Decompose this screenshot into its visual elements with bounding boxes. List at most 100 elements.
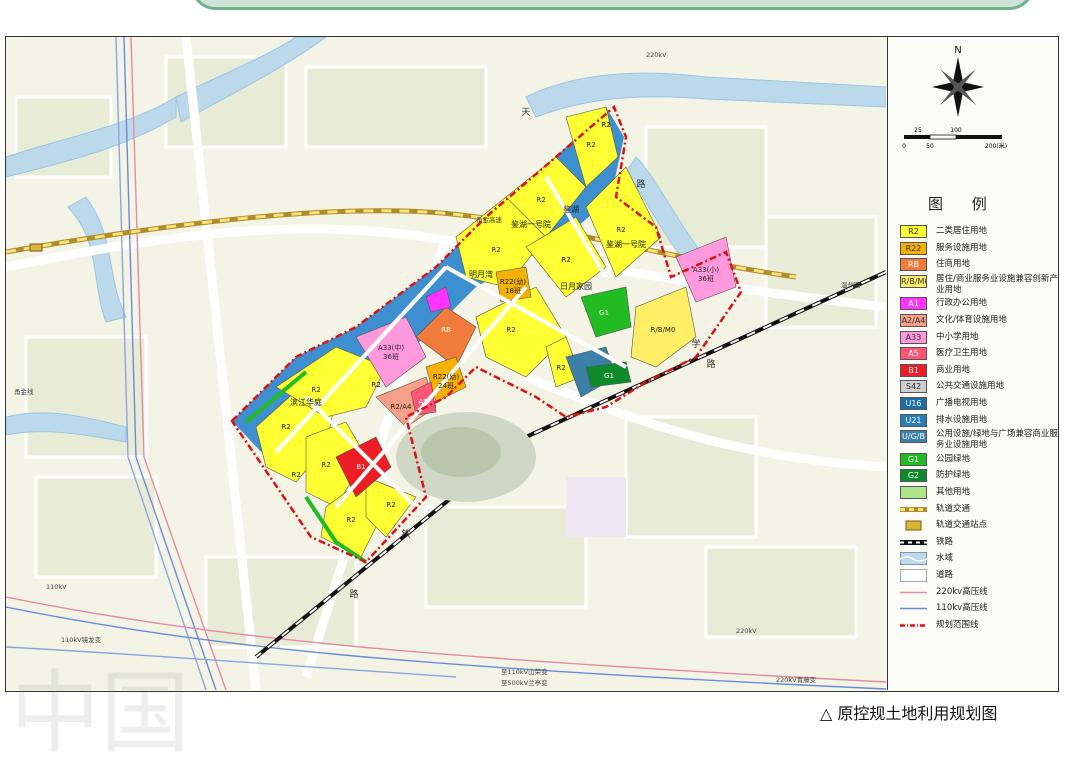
legend-item: R2 二类居住用地 bbox=[900, 225, 1058, 239]
map-caption: △ 原控规土地利用规划图 bbox=[820, 700, 997, 724]
legend-swatch: A33 bbox=[900, 330, 927, 344]
legend-swatch: S42 bbox=[900, 380, 927, 394]
legend-swatch: U21 bbox=[900, 413, 927, 427]
parcel-label: R/B/M0 bbox=[651, 326, 676, 334]
scale-tick: 100 bbox=[950, 127, 962, 134]
parcel-label: R2/A4 bbox=[391, 403, 412, 411]
legend-item: RB 住商用地 bbox=[900, 258, 1058, 272]
parcel-label: R2 bbox=[616, 226, 625, 234]
legend-label: 其他用地 bbox=[936, 487, 971, 497]
legend-item: 铁路 bbox=[900, 536, 1058, 550]
road-label: 学 bbox=[691, 338, 700, 350]
legend-swatch: A1 bbox=[900, 297, 927, 311]
place-label: 鉴湖 bbox=[563, 204, 579, 214]
map-frame: R2 R2 R2 R2 R2 R2 R2 R2 R2 R2 R2 R2 R2 R… bbox=[5, 36, 1059, 692]
legend-swatch: RB bbox=[900, 258, 927, 272]
legend-item: U/G/B 公用设施/绿地与广场兼容商业服务业设施用地 bbox=[900, 429, 1058, 450]
legend-label: 轨道交通站点 bbox=[936, 520, 988, 531]
legend-swatch: R2 bbox=[900, 225, 927, 238]
legend-label: 文化/体育设施用地 bbox=[936, 315, 1007, 325]
legend-swatch bbox=[900, 486, 927, 499]
legend-swatch: B1 bbox=[900, 363, 927, 377]
parcel-label: R2 bbox=[386, 501, 395, 509]
legend-label: 二类居住用地 bbox=[936, 226, 988, 236]
top-banner bbox=[190, 0, 1035, 10]
parcel-label: R2 bbox=[281, 423, 290, 431]
legend-label: 商业用地 bbox=[936, 364, 971, 375]
legend-label: 道路 bbox=[936, 570, 954, 580]
legend-item: A1 行政办公用地 bbox=[900, 297, 1058, 311]
road-label: 天 bbox=[521, 108, 530, 118]
road-label: 路 bbox=[636, 178, 645, 190]
legend-swatch bbox=[900, 552, 927, 566]
scale-tick: 200(米) bbox=[985, 142, 1007, 150]
legend-item: A33 中小学用地 bbox=[900, 330, 1058, 345]
legend-label: 轨道交通 bbox=[936, 503, 971, 514]
parcel-label: RB bbox=[441, 326, 451, 334]
legend-label: 服务设施用地 bbox=[936, 242, 988, 253]
other-label: 甬金高速 bbox=[476, 215, 503, 224]
parcel-label: R2 bbox=[556, 364, 565, 372]
parcel-label: R2 bbox=[371, 381, 380, 389]
parcel-label: 36班 bbox=[383, 352, 399, 361]
legend-item: 道路 bbox=[900, 569, 1058, 583]
parcel-label: R2 bbox=[536, 196, 545, 204]
legend-item: A2/A4 文化/体育设施用地 bbox=[900, 314, 1058, 328]
legend-label: 规划范围线 bbox=[936, 619, 979, 630]
legend-label: 排水设施用地 bbox=[936, 414, 988, 425]
legend-label: 公园绿地 bbox=[936, 453, 971, 464]
rail-station-icon bbox=[29, 243, 43, 252]
legend-label: 住商用地 bbox=[936, 259, 971, 270]
parcel-label: R2 bbox=[311, 386, 320, 394]
other-label: 甬金线 bbox=[14, 387, 34, 396]
parcel-label: R2 bbox=[321, 461, 330, 469]
legend-item: A5 医疗卫生用地 bbox=[900, 347, 1058, 361]
scale-bar: 25 100 0 50 200(米) bbox=[902, 127, 1007, 150]
place-label: 滨江华庭 bbox=[290, 397, 322, 407]
legend-item: U21 排水设施用地 bbox=[900, 413, 1058, 428]
legend-label: 中小学用地 bbox=[936, 331, 979, 342]
legend-item: R/B/M0 居住/商业服务业设施兼容创新产业用地 bbox=[900, 274, 1058, 295]
legend-item: 轨道交通 bbox=[900, 503, 1058, 517]
north-arrow-icon: N bbox=[932, 45, 984, 117]
parcel-label: 18班 bbox=[505, 286, 521, 295]
place-label: 日月家园 bbox=[560, 281, 592, 291]
parcel-label: R2 bbox=[561, 256, 570, 264]
other-label: 至500kV兰亭变 bbox=[501, 678, 548, 687]
land-use-map[interactable]: R2 R2 R2 R2 R2 R2 R2 R2 R2 R2 R2 R2 R2 R… bbox=[6, 37, 886, 690]
legend-item: 轨道交通站点 bbox=[900, 519, 1058, 533]
legend-label: 居住/商业服务业设施兼容创新产业用地 bbox=[936, 273, 1058, 295]
legend-label: 铁路 bbox=[936, 536, 954, 547]
legend-swatch: U/G/B bbox=[900, 430, 927, 444]
legend-item: 220kv高压线 bbox=[900, 586, 1058, 600]
legend-swatch: R22 bbox=[900, 241, 927, 255]
legend-swatch: A2/A4 bbox=[900, 314, 927, 327]
parcel-label: R2 bbox=[586, 141, 595, 149]
parcel-label: R22(幼) bbox=[500, 277, 527, 286]
legend-swatch: A5 bbox=[900, 347, 927, 361]
scale-tick: 0 bbox=[902, 143, 906, 150]
legend-item: 其他用地 bbox=[900, 486, 1058, 500]
svg-text:N: N bbox=[954, 45, 961, 56]
legend-item: U16 广播电视用地 bbox=[900, 397, 1058, 411]
parcel-label: A33(中) bbox=[378, 343, 404, 352]
road-label: 路 bbox=[706, 358, 715, 370]
legend-swatch bbox=[900, 569, 927, 582]
other-label: 220kV青藤变 bbox=[776, 675, 817, 684]
legend-item: 110kv高压线 bbox=[900, 602, 1058, 616]
legend-item: G1 公园绿地 bbox=[900, 452, 1058, 467]
parcel-label: R22(幼) bbox=[433, 372, 460, 381]
legend-item: G2 防护绿地 bbox=[900, 469, 1058, 483]
scale-tick: 50 bbox=[926, 143, 934, 150]
parcel-label: R2 bbox=[291, 471, 300, 479]
legend-swatch: G1 bbox=[900, 452, 927, 466]
scale-tick: 25 bbox=[914, 127, 922, 134]
legend-swatch bbox=[900, 602, 927, 615]
legend-label: 医疗卫生用地 bbox=[936, 348, 988, 359]
other-label: 至110kV山荣变 bbox=[501, 667, 548, 676]
legend-panel: N 25 100 0 50 200(米) 图 例 R2 二类居住用地 R22 服务设施… bbox=[887, 37, 1058, 690]
legend-item: 规划范围线 bbox=[900, 619, 1058, 633]
legend-label: 防护绿地 bbox=[936, 470, 971, 481]
other-label: 110kV镜龙变 bbox=[61, 635, 102, 644]
hill-terrain-core bbox=[421, 427, 501, 477]
